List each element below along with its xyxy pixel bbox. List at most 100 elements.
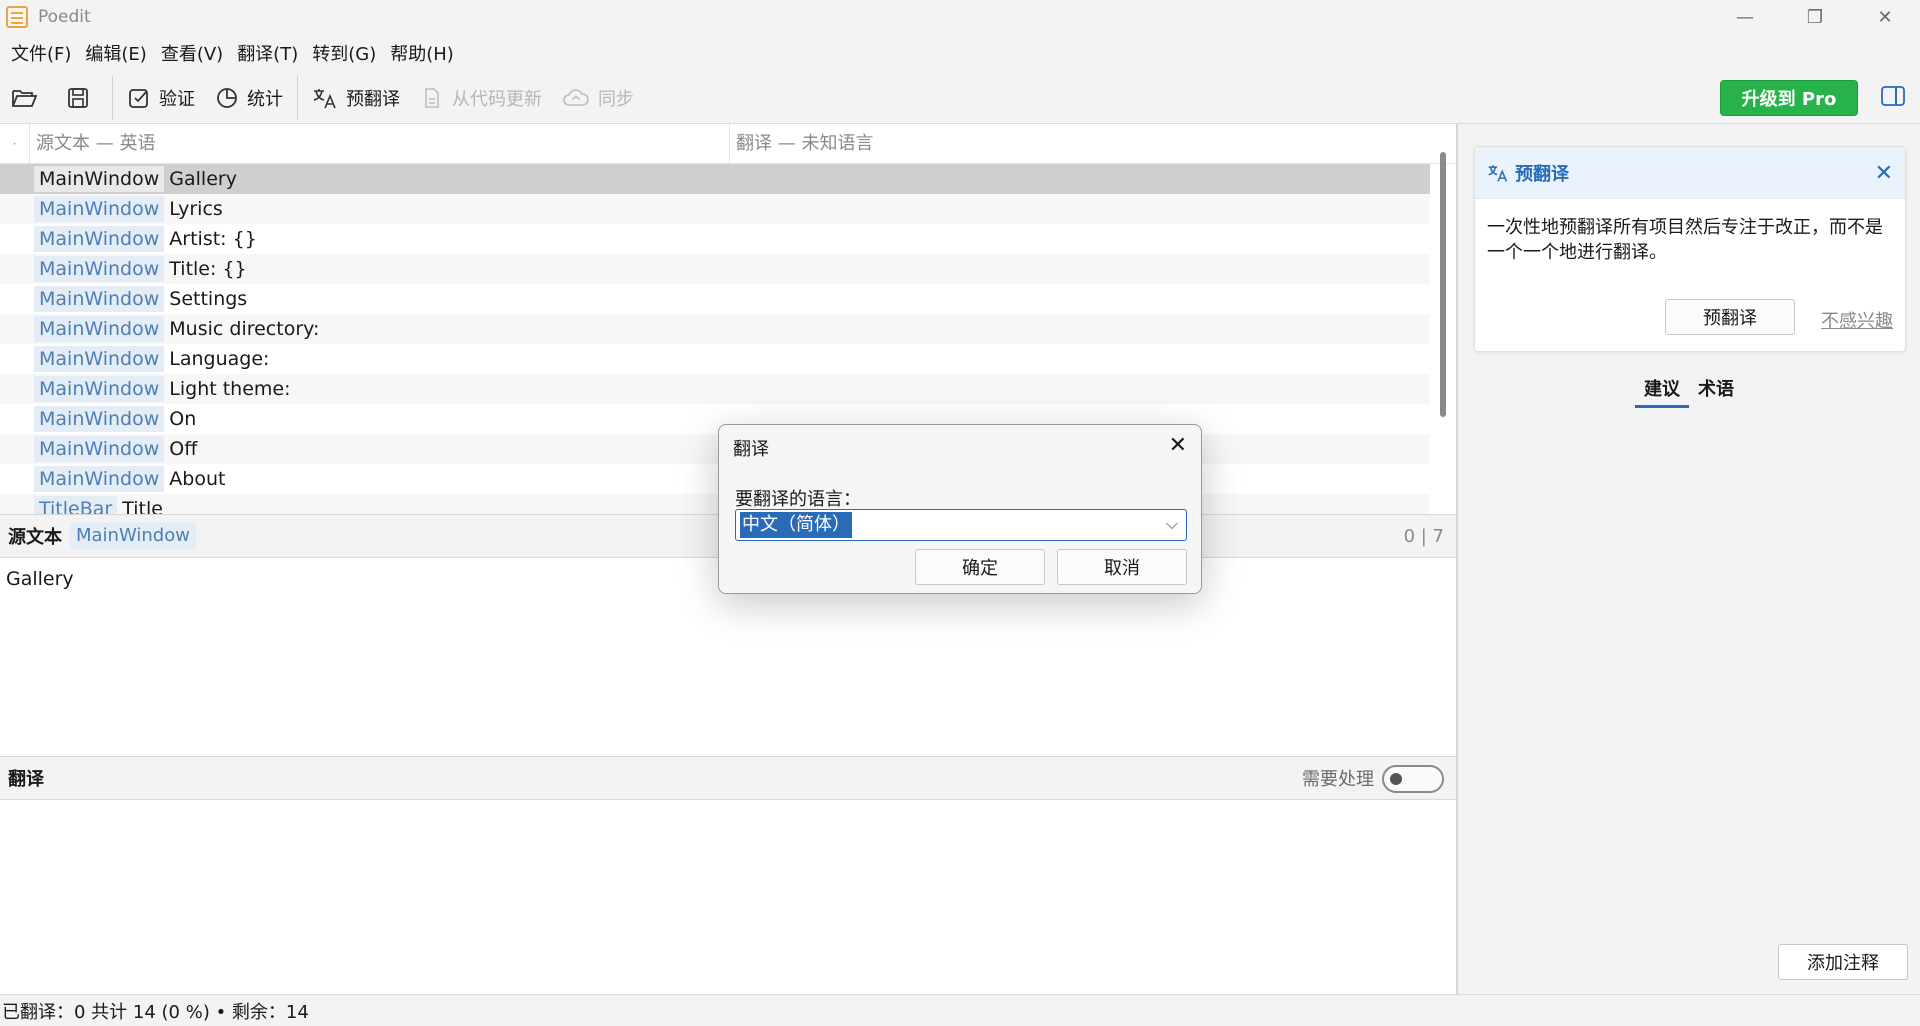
poedit-app-icon <box>6 6 28 28</box>
pretranslate-button[interactable]: 预翻译 <box>302 78 410 118</box>
chevron-down-icon[interactable]: ⌵ <box>1166 514 1178 534</box>
sidebar: 预翻译 ✕ 一次性地预翻译所有项目然后专注于改正，而不是一个一个地进行翻译。 预… <box>1458 124 1920 994</box>
translation-label: 翻译 <box>8 769 44 790</box>
menu-translate[interactable]: 翻译(T) <box>230 40 305 66</box>
sync-button[interactable]: 同步 <box>552 78 644 118</box>
menu-file[interactable]: 文件(F) <box>4 40 78 66</box>
context-tag: MainWindow <box>34 226 165 252</box>
sidebar-toggle-button[interactable] <box>1880 84 1906 113</box>
source-string: Light theme: <box>169 378 291 400</box>
restore-button[interactable]: ❐ <box>1780 0 1850 34</box>
translate-icon <box>1488 164 1508 182</box>
stats-button[interactable]: 统计 <box>205 78 293 118</box>
source-string: Music directory: <box>169 318 320 340</box>
source-string: Gallery <box>169 168 237 190</box>
card-header: 预翻译 <box>1475 147 1905 199</box>
list-item[interactable]: TitleBar Title <box>0 494 1430 514</box>
context-tag: MainWindow <box>34 436 165 462</box>
card-description: 一次性地预翻译所有项目然后专注于改正，而不是一个一个地进行翻译。 <box>1487 217 1883 263</box>
list-item[interactable]: MainWindow Off <box>0 434 1430 464</box>
context-tag: MainWindow <box>34 166 165 192</box>
menu-edit[interactable]: 编辑(E) <box>78 40 153 66</box>
list-item[interactable]: MainWindow Lyrics <box>0 194 1430 224</box>
context-tag: TitleBar <box>34 496 118 514</box>
pie-chart-icon <box>217 87 237 108</box>
folder-open-icon <box>12 89 38 107</box>
validate-button[interactable]: 验证 <box>117 78 205 118</box>
minimize-button[interactable]: — <box>1710 0 1780 34</box>
source-string: Title: {} <box>169 258 247 280</box>
source-char-count: 0 | 7 <box>1403 525 1444 547</box>
needs-work-toggle[interactable] <box>1382 765 1444 793</box>
context-tag: MainWindow <box>34 466 165 492</box>
toolbar-separator <box>112 75 113 120</box>
source-string: Lyrics <box>169 198 223 220</box>
update-from-code-button[interactable]: 从代码更新 <box>410 78 552 118</box>
save-icon <box>68 87 88 108</box>
menu-goto[interactable]: 转到(G) <box>305 40 383 66</box>
toggle-knob <box>1390 773 1402 785</box>
translate-icon <box>313 88 336 108</box>
list-item[interactable]: MainWindow About <box>0 464 1430 494</box>
card-title: 预翻译 <box>1515 163 1569 185</box>
tab-suggestions[interactable]: 建议 <box>1635 376 1689 408</box>
toolbar-separator <box>297 75 298 120</box>
open-button[interactable] <box>0 78 56 118</box>
status-column-header[interactable]: · <box>0 124 30 164</box>
upgrade-pro-button[interactable]: 升级到 Pro <box>1720 80 1858 116</box>
list-item[interactable]: MainWindow Music directory: <box>0 314 1430 344</box>
source-string: Title <box>122 498 163 514</box>
source-column-header[interactable]: 源文本 — 英语 <box>30 124 730 164</box>
document-update-icon <box>425 87 439 108</box>
list-item[interactable]: MainWindow Light theme: <box>0 374 1430 404</box>
menu-view[interactable]: 查看(V) <box>154 40 230 66</box>
card-pretranslate-button[interactable]: 预翻译 <box>1665 299 1795 335</box>
close-icon[interactable]: ✕ <box>1169 433 1187 458</box>
source-string: Off <box>169 438 198 460</box>
tab-terms[interactable]: 术语 <box>1689 376 1743 408</box>
source-string: Language: <box>169 348 270 370</box>
list-scrollbar[interactable] <box>1440 152 1446 417</box>
list-item[interactable]: MainWindow Gallery <box>0 164 1430 194</box>
list-item[interactable]: MainWindow Settings <box>0 284 1430 314</box>
sidebar-tabs: 建议 术语 <box>1458 376 1920 408</box>
language-select[interactable]: 中文（简体） ⌵ <box>735 509 1187 541</box>
window-controls: — ❐ ✕ <box>1710 0 1920 34</box>
list-item[interactable]: MainWindow Language: <box>0 344 1430 374</box>
update-from-code-label: 从代码更新 <box>452 88 542 110</box>
translate-dialog: 翻译 ✕ 要翻译的语言： 中文（简体） ⌵ 确定 取消 <box>718 424 1202 594</box>
list-item[interactable]: MainWindow On <box>0 404 1430 434</box>
needs-work-label: 需要处理 <box>1302 769 1374 790</box>
context-tag: MainWindow <box>34 286 165 312</box>
source-text-label: 源文本 <box>8 527 62 548</box>
language-label: 要翻译的语言： <box>735 489 861 510</box>
save-button[interactable] <box>56 78 108 118</box>
language-select-value: 中文（简体） <box>740 512 852 538</box>
source-string: On <box>169 408 197 430</box>
list-item[interactable]: MainWindow Title: {} <box>0 254 1430 284</box>
context-tag: MainWindow <box>34 316 165 342</box>
translation-column-header[interactable]: 翻译 — 未知语言 <box>730 124 873 164</box>
translation-input[interactable] <box>0 800 1456 994</box>
source-context-tag: MainWindow <box>70 522 196 550</box>
source-string: About <box>169 468 226 490</box>
menu-help[interactable]: 帮助(H) <box>383 40 461 66</box>
close-icon[interactable]: ✕ <box>1875 161 1893 186</box>
cancel-button[interactable]: 取消 <box>1057 549 1187 585</box>
sidebar-panel-icon <box>1881 86 1905 106</box>
add-comment-button[interactable]: 添加注释 <box>1778 944 1908 980</box>
source-text-content: Gallery <box>6 568 74 590</box>
context-tag: MainWindow <box>34 406 165 432</box>
list-item[interactable]: MainWindow Artist: {} <box>0 224 1430 254</box>
pretranslate-label: 预翻译 <box>346 88 400 110</box>
context-tag: MainWindow <box>34 256 165 282</box>
window-title: Poedit <box>38 7 91 27</box>
not-interested-link[interactable]: 不感兴趣 <box>1821 307 1893 333</box>
ok-button[interactable]: 确定 <box>915 549 1045 585</box>
status-bar: 已翻译：0 共计 14 (0 %) • 剩余：14 <box>0 994 1920 1026</box>
context-tag: MainWindow <box>34 196 165 222</box>
source-string: Artist: {} <box>169 228 257 250</box>
close-window-button[interactable]: ✕ <box>1850 0 1920 34</box>
context-tag: MainWindow <box>34 346 165 372</box>
stats-label: 统计 <box>247 88 283 110</box>
